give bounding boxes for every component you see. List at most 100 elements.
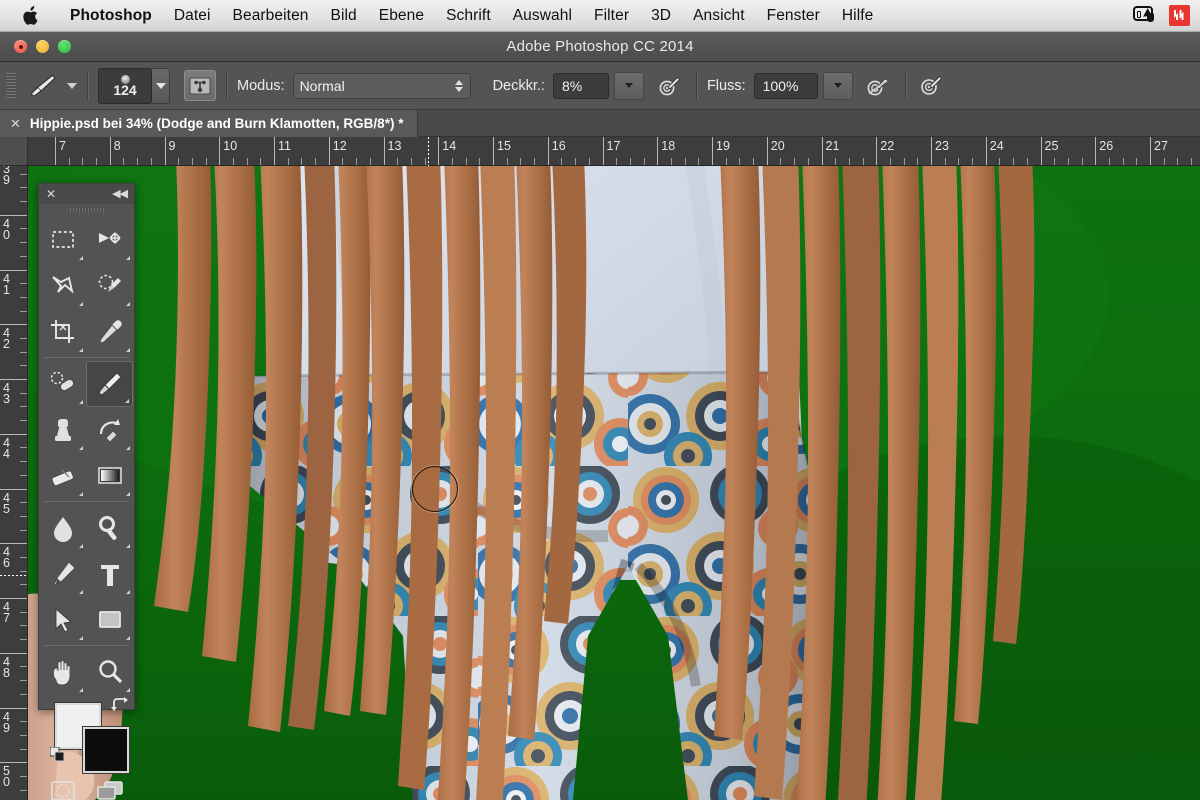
ruler-label: 16 (551, 139, 566, 153)
clone-stamp-tool[interactable] (39, 407, 86, 453)
menu-item-ebene[interactable]: Ebene (368, 7, 435, 25)
tools-panel[interactable]: ✕ ◀◀ (38, 183, 135, 800)
ruler-label: 45 (3, 490, 10, 516)
ruler-tick-minor (301, 158, 303, 165)
opacity-dropdown[interactable] (613, 71, 644, 100)
swap-colors-icon[interactable] (111, 697, 128, 717)
pen-tool[interactable] (39, 551, 86, 597)
menu-item-3d[interactable]: 3D (640, 7, 682, 25)
flow-input[interactable]: 100% (753, 72, 818, 99)
ruler-corner[interactable] (0, 137, 28, 166)
healing-brush-tool[interactable] (39, 361, 86, 407)
zoom-button[interactable] (58, 40, 71, 53)
opacity-input[interactable]: 8% (552, 72, 609, 99)
menu-item-hilfe[interactable]: Hilfe (831, 7, 885, 25)
close-icon[interactable]: ✕ (46, 188, 56, 200)
eyedropper-tool[interactable] (86, 309, 133, 355)
ruler-tick-minor (232, 158, 234, 165)
hand-tool[interactable] (39, 649, 86, 695)
ruler-tick-minor (1163, 158, 1165, 165)
blur-tool[interactable] (39, 505, 86, 551)
brush-size-field[interactable]: 124 (98, 67, 152, 104)
mac-menu-bar: Photoshop Datei Bearbeiten Bild Ebene Sc… (0, 0, 1200, 32)
ruler-label: 47 (3, 600, 10, 625)
drag-grip-icon[interactable] (39, 204, 134, 217)
brush-tool[interactable] (86, 361, 133, 407)
default-colors-icon[interactable] (49, 746, 66, 768)
blend-mode-select[interactable]: Normal (292, 72, 471, 99)
menu-item-fenster[interactable]: Fenster (756, 7, 831, 25)
history-brush-tool[interactable] (86, 407, 133, 453)
close-icon[interactable]: ✕ (10, 117, 21, 130)
document-tab[interactable]: ✕ Hippie.psd bei 34% (Dodge and Burn Kla… (0, 110, 419, 137)
menu-item-datei[interactable]: Datei (163, 7, 222, 25)
ruler-tick-minor (1026, 158, 1028, 165)
zoom-tool[interactable] (86, 649, 133, 695)
background-color-swatch[interactable] (83, 727, 129, 773)
ruler-tick-minor (82, 158, 84, 165)
lasso-tool[interactable] (39, 263, 86, 309)
tools-panel-header[interactable]: ✕ ◀◀ (39, 184, 134, 204)
ruler-label: 15 (497, 139, 511, 153)
apple-logo-icon[interactable] (22, 5, 39, 26)
ruler-tick-minor (20, 666, 27, 668)
airbrush-icon[interactable] (863, 71, 895, 101)
ruler-label: 27 (1154, 139, 1168, 153)
brush-panel-toggle-button[interactable] (184, 70, 216, 101)
ruler-tick-minor (1013, 158, 1015, 165)
ruler-tick-minor (1108, 158, 1110, 165)
eraser-tool[interactable] (39, 453, 86, 499)
menu-item-auswahl[interactable]: Auswahl (502, 7, 583, 25)
photoshop-window: Photoshop Datei Bearbeiten Bild Ebene Sc… (0, 0, 1200, 800)
ruler-tick-minor (96, 158, 98, 165)
brush-tool-icon[interactable] (26, 71, 60, 101)
brush-size-dropdown[interactable] (152, 67, 170, 104)
menu-item-bearbeiten[interactable]: Bearbeiten (222, 7, 320, 25)
flow-dropdown[interactable] (822, 71, 853, 100)
dodge-tool[interactable] (86, 505, 133, 551)
ruler-tick (0, 269, 27, 271)
rectangular-marquee-tool[interactable] (39, 217, 86, 263)
ruler-tick-minor (20, 474, 27, 476)
move-tool[interactable] (86, 217, 133, 263)
path-selection-tool[interactable] (39, 597, 86, 643)
quick-mask-icon[interactable] (39, 771, 86, 800)
tool-row (39, 309, 134, 355)
ruler-label: 43 (3, 381, 10, 406)
screen-mode-icon[interactable] (86, 771, 133, 800)
minimize-button[interactable] (36, 40, 49, 53)
double-chevron-left-icon[interactable]: ◀◀ (112, 188, 128, 200)
symmetry-icon[interactable] (916, 71, 948, 101)
options-bar-grip[interactable] (6, 72, 16, 99)
close-button[interactable] (14, 40, 27, 53)
menu-item-photoshop[interactable]: Photoshop (59, 7, 163, 25)
ruler-tick (547, 137, 549, 165)
horizontal-ruler[interactable]: 7 8 9 10 11 12 13 14 15 16 17 18 19 20 21 22 23 24 25 26 27 (28, 137, 1200, 166)
pressure-opacity-icon[interactable] (654, 71, 686, 101)
image-canvas[interactable] (28, 166, 1200, 800)
ruler-label: 13 (387, 139, 402, 153)
gradient-tool[interactable] (86, 453, 133, 499)
tool-row (39, 453, 134, 499)
opacity-value: 8% (561, 77, 583, 94)
ruler-tick-minor (68, 158, 70, 165)
rectangle-tool[interactable] (86, 597, 133, 643)
red-app-icon[interactable] (1169, 5, 1190, 26)
menu-item-schrift[interactable]: Schrift (435, 7, 502, 25)
guide-marker-horizontal (428, 137, 429, 166)
ruler-tick-minor (972, 158, 974, 165)
menu-item-filter[interactable]: Filter (583, 7, 640, 25)
screen-share-icon[interactable] (1133, 6, 1159, 25)
ruler-tick-minor (725, 158, 727, 165)
vertical-ruler[interactable]: 39 40 41 42 43 44 45 46 47 48 49 50 (0, 166, 28, 800)
quick-selection-tool[interactable] (86, 263, 133, 309)
menu-item-ansicht[interactable]: Ansicht (682, 7, 756, 25)
menu-item-bild[interactable]: Bild (320, 7, 368, 25)
brush-preset-dropdown[interactable] (67, 82, 77, 89)
ruler-tick (0, 214, 27, 216)
type-tool[interactable] (86, 551, 133, 597)
crop-tool[interactable] (39, 309, 86, 355)
ruler-tick-minor (20, 461, 27, 463)
ruler-label: 23 (935, 139, 949, 153)
tool-options-bar: 124 Modus: Normal Deckkr.: 8% Fluss: 100… (0, 62, 1200, 110)
